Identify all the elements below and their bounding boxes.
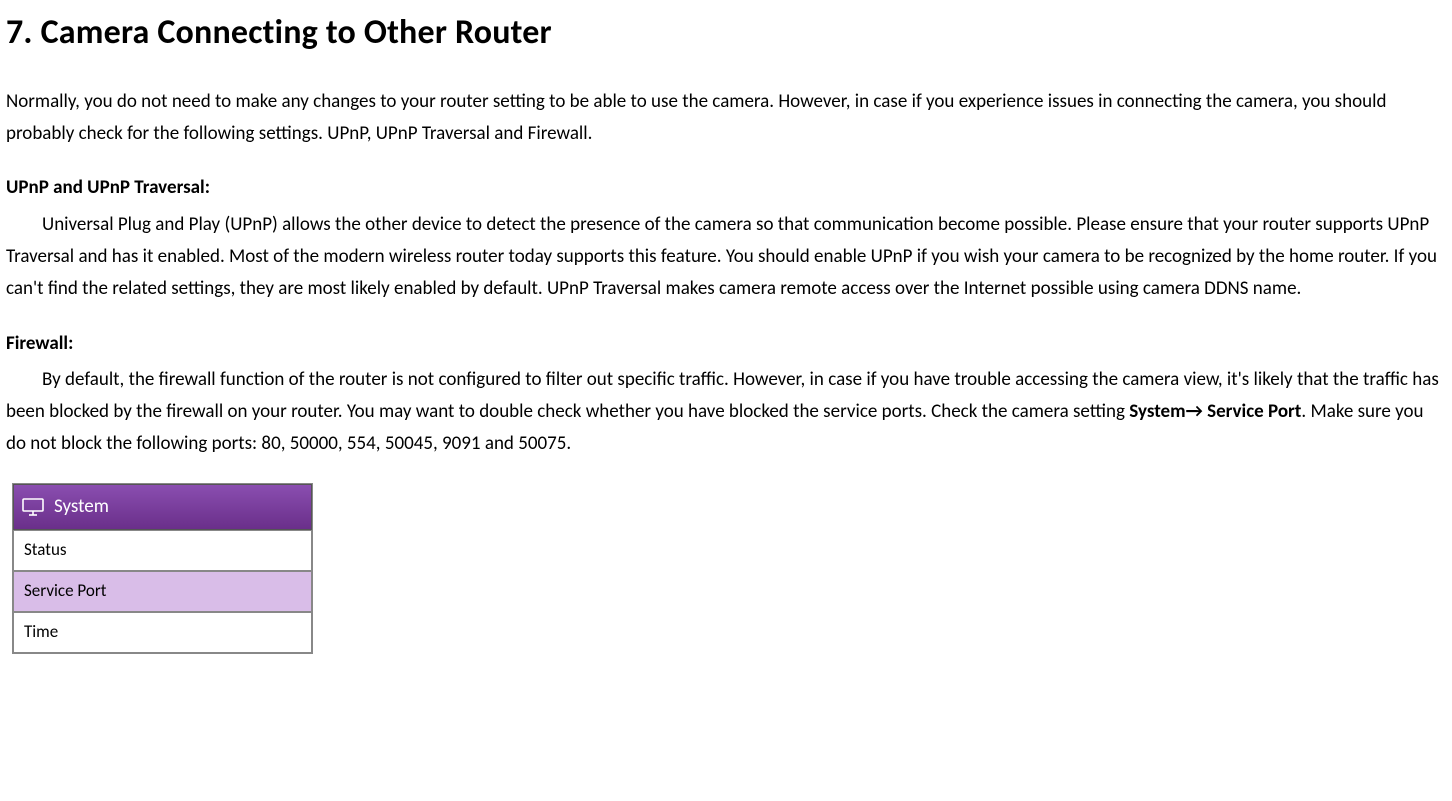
intro-paragraph: Normally, you do not need to make any ch…	[6, 86, 1446, 151]
section-firewall-title: Firewall:	[6, 328, 1446, 360]
system-menu-header[interactable]: System	[13, 484, 312, 530]
section-upnp-text: Universal Plug and Play (UPnP) allows th…	[6, 213, 1437, 301]
section-upnp-body: Universal Plug and Play (UPnP) allows th…	[6, 209, 1446, 306]
system-menu: System Status Service Port Time	[12, 483, 313, 654]
menu-item-service-port[interactable]: Service Port	[13, 571, 312, 612]
page-title: 7. Camera Connecting to Other Router	[6, 4, 1446, 62]
nav-system-label: System	[1129, 400, 1185, 423]
system-menu-header-label: System	[54, 491, 109, 523]
section-upnp-title: UPnP and UPnP Traversal:	[6, 172, 1446, 204]
section-firewall-body: By default, the firewall function of the…	[6, 364, 1446, 461]
monitor-icon	[22, 498, 44, 516]
menu-item-time[interactable]: Time	[13, 612, 312, 653]
arrow-icon: →	[1186, 400, 1208, 423]
menu-item-status[interactable]: Status	[13, 530, 312, 571]
nav-serviceport-label: Service Port	[1207, 400, 1301, 423]
